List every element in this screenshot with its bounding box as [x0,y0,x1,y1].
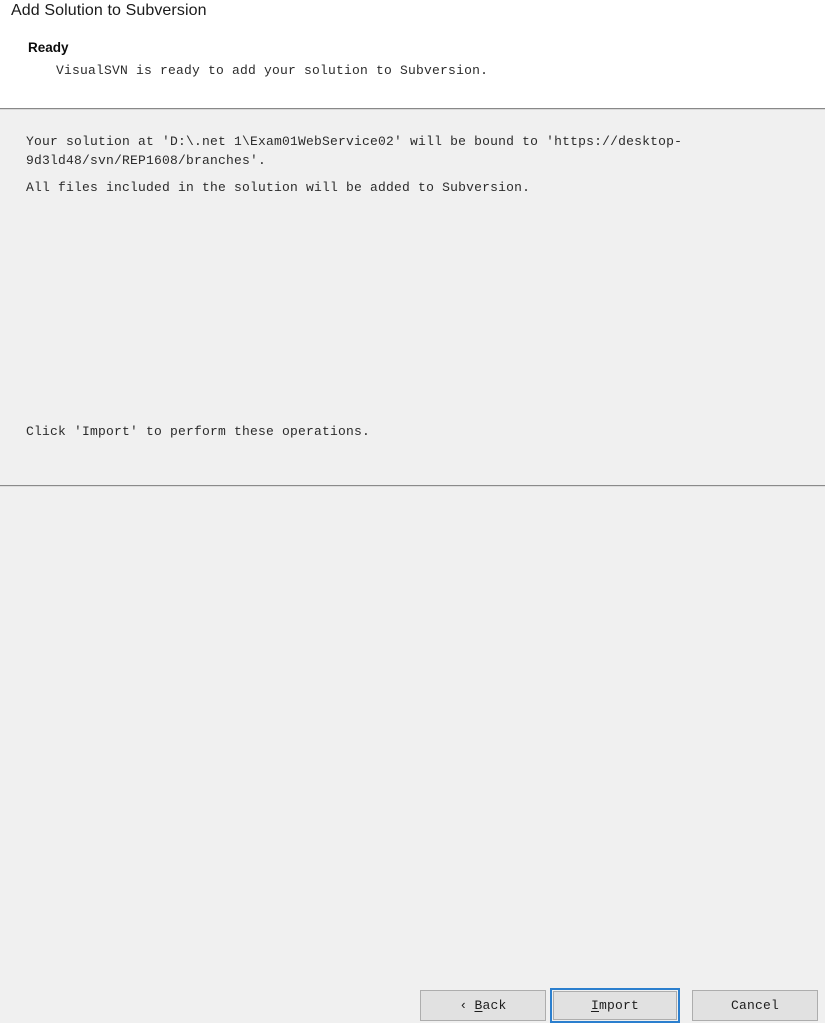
back-accelerator: B [474,998,483,1013]
import-button[interactable]: Import [550,988,680,1023]
import-accelerator: I [590,998,599,1013]
back-button[interactable]: ‹ Back [420,990,546,1021]
status-description: VisualSVN is ready to add your solution … [56,63,489,78]
import-button-face: Import [553,991,677,1020]
cancel-button[interactable]: Cancel [692,990,818,1021]
dialog-content: Your solution at 'D:\.net 1\Exam01WebSer… [0,110,825,485]
back-label-rest: ack [482,998,507,1013]
binding-summary-text: Your solution at 'D:\.net 1\Exam01WebSer… [26,134,683,168]
chevron-left-icon: ‹ [459,998,468,1013]
dialog-title: Add Solution to Subversion [11,2,207,19]
import-button-label: Import [591,999,639,1012]
dialog-header: Add Solution to Subversion Ready VisualS… [0,0,825,108]
add-solution-to-subversion-dialog: Add Solution to Subversion Ready VisualS… [0,0,825,1023]
files-summary-text: All files included in the solution will … [26,180,531,195]
action-hint-text: Click 'Import' to perform these operatio… [26,424,371,439]
cancel-button-label: Cancel [730,998,779,1013]
import-label-rest: mport [599,998,640,1013]
back-button-label: Back [474,999,506,1012]
dialog-footer: ‹ Back Import Cancel [0,487,825,1023]
status-heading: Ready [28,40,69,55]
